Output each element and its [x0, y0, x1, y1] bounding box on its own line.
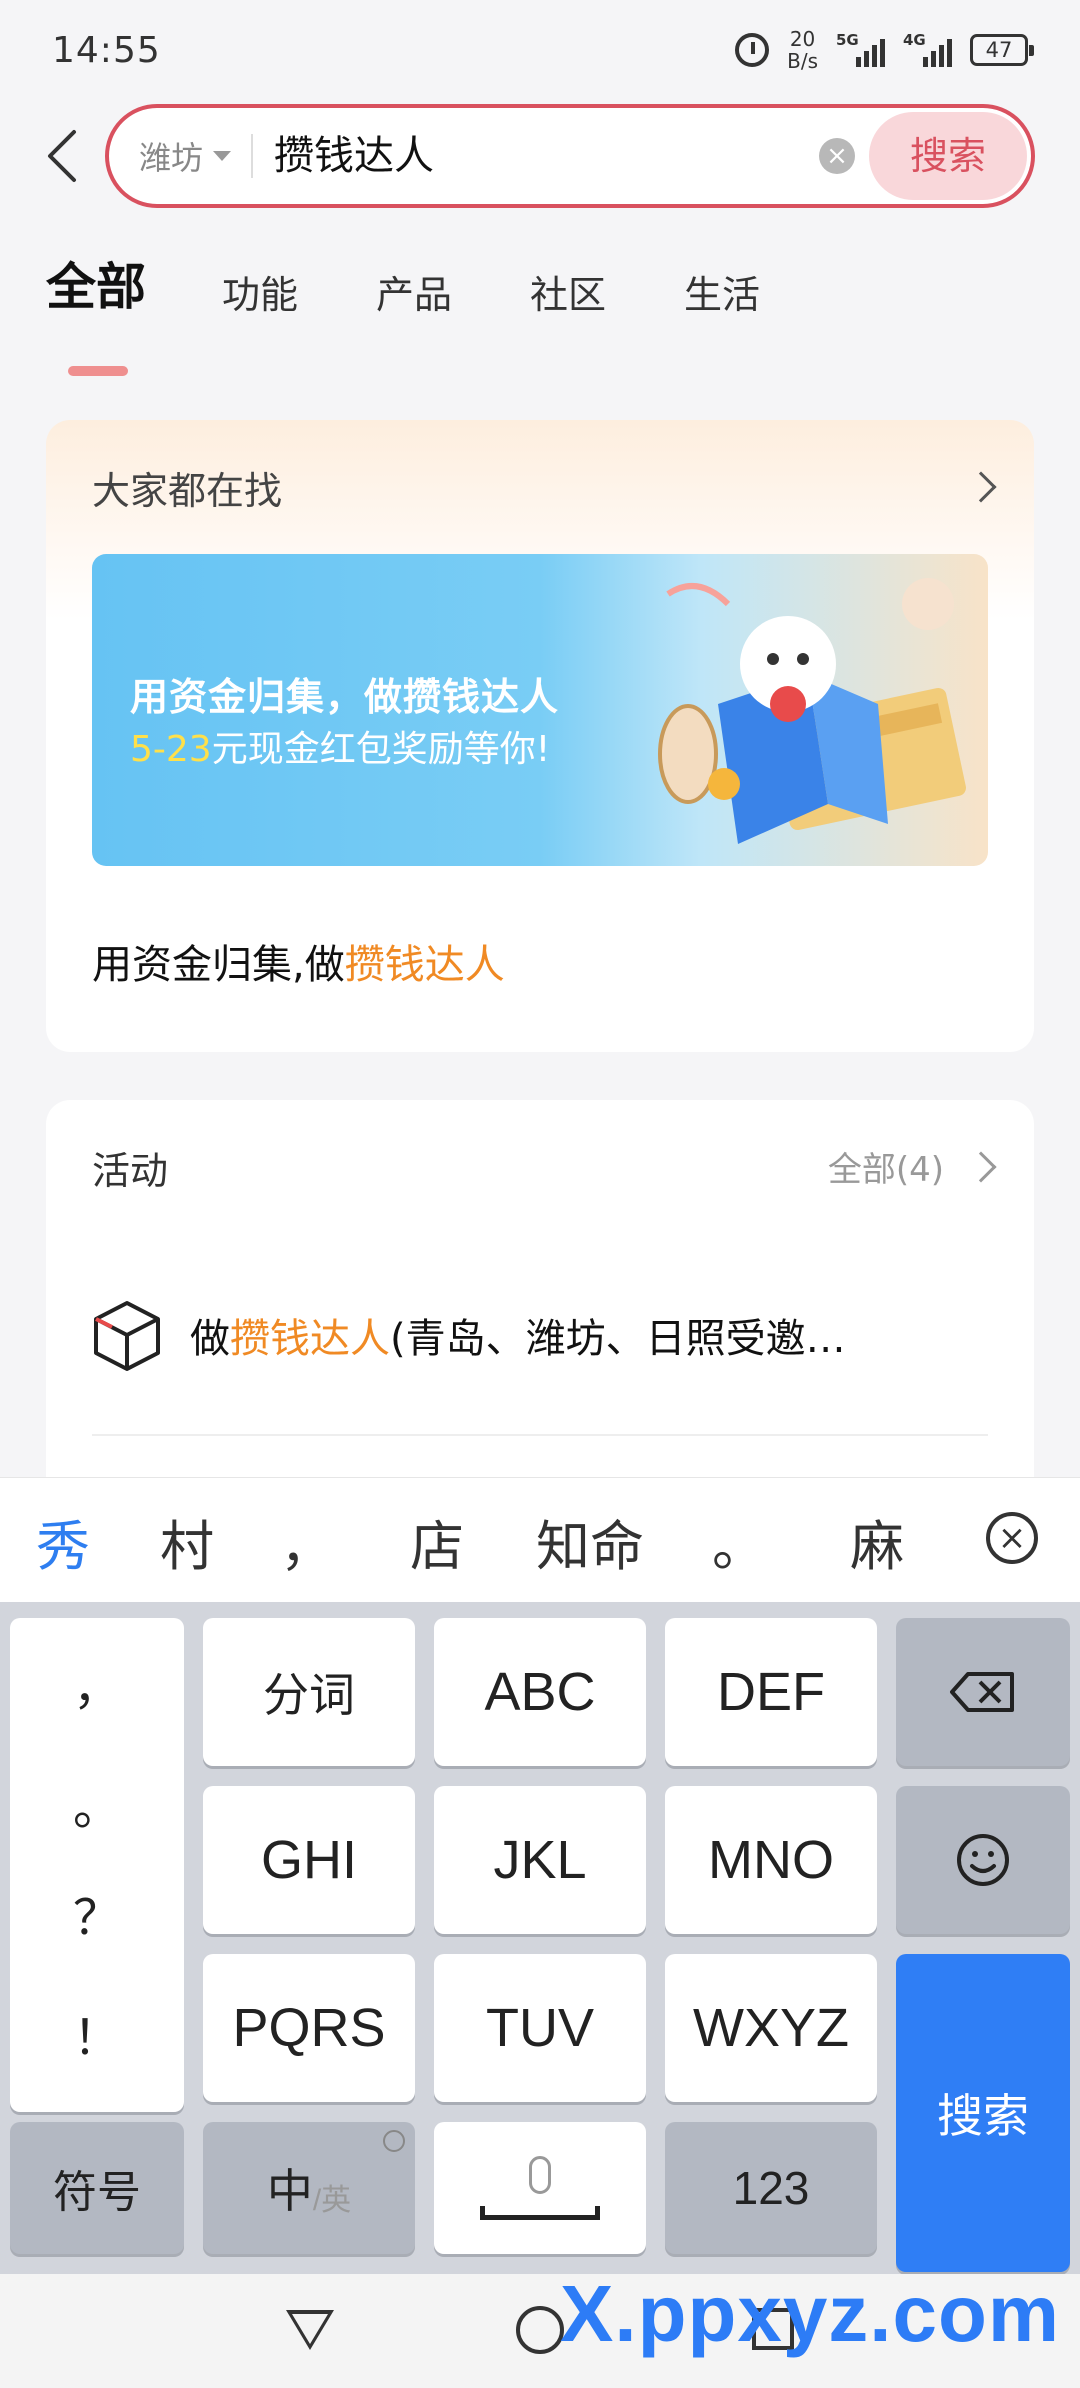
- category-tabs: 全部 功能 产品 社区 生活: [46, 255, 838, 319]
- punct-key[interactable]: 。: [10, 1768, 184, 1838]
- tab-life[interactable]: 生活: [684, 255, 760, 319]
- backspace-key[interactable]: [896, 1618, 1070, 1766]
- space-icon: [480, 2206, 600, 2220]
- back-arrow-icon[interactable]: [40, 126, 90, 186]
- watermark: X.ppxyz.com: [560, 2269, 1061, 2358]
- network-speed: 20 B/s: [787, 27, 818, 73]
- candidate-item[interactable]: ，: [280, 1502, 334, 1581]
- tab-features[interactable]: 功能: [222, 255, 298, 319]
- activity-item[interactable]: 做攒钱达人(青岛、潍坊、日照受邀…: [92, 1290, 992, 1380]
- close-candidates-icon[interactable]: ×: [986, 1512, 1038, 1564]
- banner-subline: 5-23元现金红包奖励等你!: [130, 729, 551, 770]
- key-wxyz[interactable]: WXYZ: [665, 1954, 877, 2102]
- divider: [251, 134, 253, 178]
- punctuation-column[interactable]: ， 。 ？ ！: [10, 1618, 184, 2112]
- nav-back-icon[interactable]: [286, 2310, 334, 2350]
- numbers-key[interactable]: 123: [665, 2122, 877, 2254]
- candidate-item[interactable]: 村: [160, 1502, 214, 1581]
- activity-card: 活动 全部(4) 做攒钱达人(青岛、潍坊、日照受邀…: [46, 1100, 1034, 1520]
- activity-title: 活动: [92, 1149, 169, 1193]
- trending-subtitle[interactable]: 用资金归集,做攒钱达人: [92, 932, 505, 990]
- promo-banner[interactable]: 用资金归集，做攒钱达人 5-23元现金红包奖励等你!: [92, 554, 988, 866]
- active-tab-indicator: [68, 366, 128, 376]
- key-abc[interactable]: ABC: [434, 1618, 646, 1766]
- candidate-item[interactable]: 麻: [850, 1502, 904, 1581]
- microphone-icon: [529, 2156, 551, 2194]
- search-button[interactable]: 搜索: [869, 112, 1027, 200]
- candidate-item[interactable]: 秀: [36, 1502, 90, 1581]
- search-enter-key[interactable]: 搜索: [896, 1954, 1070, 2272]
- activity-all-link[interactable]: 全部(4): [828, 1142, 944, 1191]
- tab-products[interactable]: 产品: [376, 255, 452, 319]
- search-input[interactable]: 攒钱达人: [274, 108, 434, 204]
- divider: [92, 1434, 988, 1436]
- punct-key[interactable]: ？: [10, 1878, 184, 1948]
- candidate-item[interactable]: 知命: [536, 1502, 644, 1581]
- emoji-key[interactable]: [896, 1786, 1070, 1934]
- signal-5g-icon: 5G: [836, 31, 885, 67]
- caret-down-icon: [213, 151, 232, 161]
- key-tuv[interactable]: TUV: [434, 1954, 646, 2102]
- candidate-item[interactable]: 店: [410, 1502, 464, 1581]
- nav-home-icon[interactable]: [516, 2306, 564, 2354]
- tab-community[interactable]: 社区: [530, 255, 606, 319]
- activity-item-text: 做攒钱达人(青岛、潍坊、日照受邀…: [190, 1316, 846, 1362]
- key-mno[interactable]: MNO: [665, 1786, 877, 1934]
- gift-box-illustration: [658, 578, 966, 844]
- trending-title: 大家都在找: [92, 469, 283, 513]
- alarm-icon: [735, 33, 770, 67]
- backspace-icon: [950, 1672, 1014, 1712]
- punct-key[interactable]: ！: [10, 1998, 184, 2068]
- ime-candidate-bar: 秀 村 ， 店 知命 。 麻 ×: [0, 1477, 1080, 1602]
- clear-icon[interactable]: ×: [819, 138, 855, 174]
- space-key[interactable]: [434, 2122, 646, 2254]
- box-icon: [94, 1301, 160, 1371]
- status-bar: 14:55 20 B/s 5G 4G 47: [0, 0, 1080, 100]
- chevron-right-icon[interactable]: [965, 1151, 997, 1183]
- candidate-item[interactable]: 。: [712, 1502, 766, 1581]
- city-selector[interactable]: 潍坊: [139, 108, 232, 204]
- city-label: 潍坊: [139, 139, 204, 177]
- status-icons: 20 B/s 5G 4G 47: [735, 27, 1034, 73]
- trending-card: 大家都在找 用资金归集，做攒钱达人 5-23元现金红包奖励等你! 用资金归集,做…: [46, 420, 1034, 1052]
- search-header: 潍坊 攒钱达人 × 搜索: [0, 100, 1080, 220]
- key-def[interactable]: DEF: [665, 1618, 877, 1766]
- banner-headline: 用资金归集，做攒钱达人: [130, 675, 560, 719]
- search-bar[interactable]: 潍坊 攒钱达人 × 搜索: [105, 104, 1035, 208]
- signal-4g-icon: 4G: [903, 31, 952, 67]
- language-switch-key[interactable]: 中/英: [203, 2122, 415, 2254]
- globe-icon: [383, 2130, 405, 2152]
- key-ghi[interactable]: GHI: [203, 1786, 415, 1934]
- punct-key[interactable]: ，: [10, 1648, 184, 1718]
- emoji-icon: [957, 1834, 1009, 1886]
- symbols-key[interactable]: 符号: [10, 2122, 184, 2254]
- key-pqrs[interactable]: PQRS: [203, 1954, 415, 2102]
- status-time: 14:55: [52, 29, 161, 71]
- keyboard: ， 。 ？ ！ 分词 ABC DEF GHI JKL MNO PQRS TUV …: [0, 1602, 1080, 2274]
- key-segment[interactable]: 分词: [203, 1618, 415, 1766]
- tab-all[interactable]: 全部: [46, 255, 146, 319]
- battery-icon: 47: [970, 34, 1034, 66]
- key-jkl[interactable]: JKL: [434, 1786, 646, 1934]
- chevron-right-icon[interactable]: [965, 471, 997, 503]
